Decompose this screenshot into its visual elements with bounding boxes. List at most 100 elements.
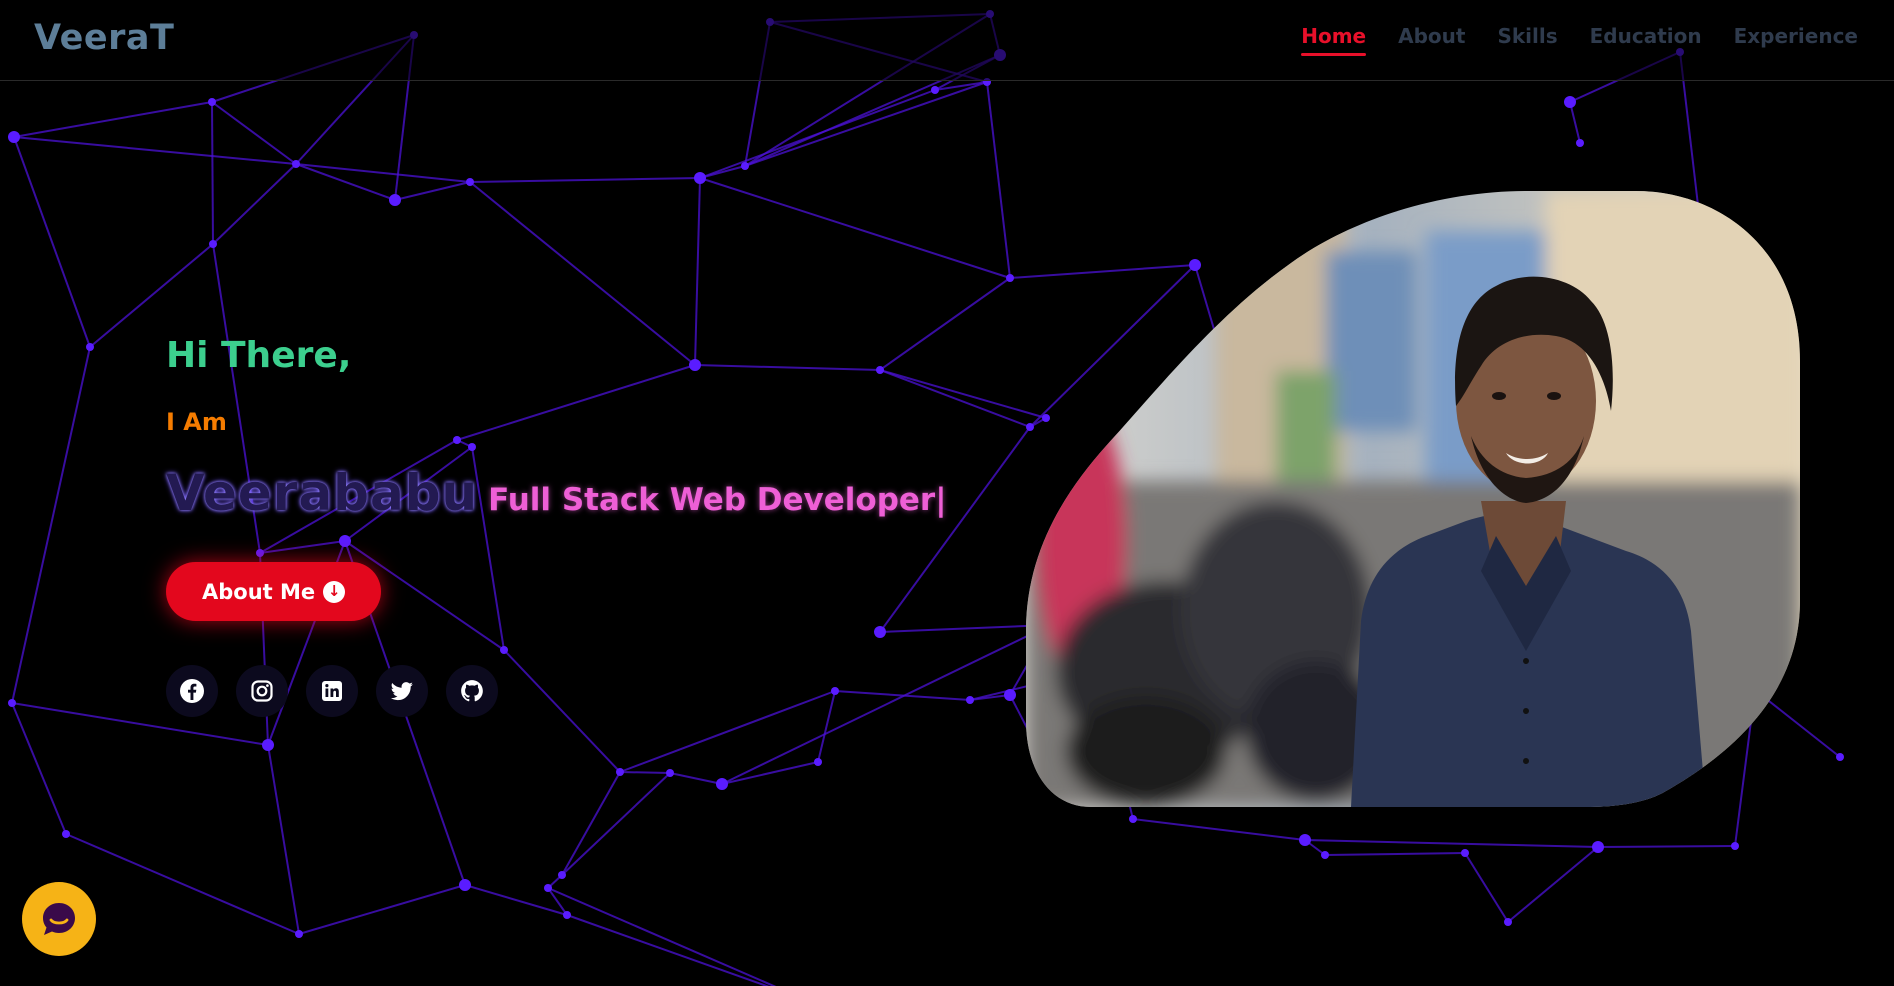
particle-link (11, 702, 67, 835)
particle-node (86, 343, 94, 351)
particle-link (469, 177, 701, 183)
particle-node (1564, 96, 1576, 108)
particle-link (11, 346, 91, 704)
top-navbar: VeeraT Home About Skills Education Exper… (0, 0, 1894, 81)
particle-node (544, 884, 552, 892)
profile-photo (1026, 191, 1800, 807)
nav-experience[interactable]: Experience (1734, 24, 1858, 56)
particle-link (561, 771, 621, 876)
particle-node (466, 178, 474, 186)
particle-link (65, 833, 300, 935)
particle-link (986, 81, 1011, 279)
instagram-link[interactable] (236, 665, 288, 717)
particle-node (292, 160, 300, 168)
particle-link (669, 772, 723, 785)
twitter-link[interactable] (376, 665, 428, 717)
github-icon (461, 680, 483, 702)
particle-node (716, 778, 728, 790)
particle-node (209, 240, 217, 248)
particle-link (1324, 852, 1466, 856)
particle-node (1006, 274, 1014, 282)
brand-logo[interactable]: VeeraT (34, 18, 174, 58)
particle-node (389, 194, 401, 206)
facebook-icon (180, 679, 204, 703)
particle-link (1464, 852, 1509, 923)
nav-skills[interactable]: Skills (1497, 24, 1557, 56)
particle-link (211, 101, 297, 165)
nav-education[interactable]: Education (1590, 24, 1702, 56)
particle-link (212, 163, 297, 245)
particle-link (394, 181, 471, 201)
particle-node (1129, 815, 1137, 823)
particle-node (694, 172, 706, 184)
nav-about[interactable]: About (1398, 24, 1465, 56)
particle-link (561, 772, 671, 876)
main-nav: Home About Skills Education Experience (1301, 24, 1858, 56)
typing-cursor: | (935, 482, 947, 518)
particle-node (1461, 849, 1469, 857)
role-text: Full Stack Web Developer (488, 482, 936, 518)
particle-node (208, 98, 216, 106)
particle-link (1597, 845, 1736, 848)
particle-link (744, 81, 988, 167)
role-typewriter: Full Stack Web Developer| (488, 482, 946, 518)
particle-node (1321, 851, 1329, 859)
particle-link (547, 887, 777, 986)
linkedin-link[interactable] (306, 665, 358, 717)
particle-link (566, 914, 770, 986)
particle-link (267, 744, 300, 935)
chat-icon (43, 903, 75, 935)
social-links (166, 665, 947, 717)
name-text: Veerababu (166, 464, 479, 522)
particle-node (8, 699, 16, 707)
particle-link (1132, 818, 1306, 841)
particle-link (13, 136, 91, 348)
particle-node (558, 871, 566, 879)
arrow-down-circle-icon: ↓ (323, 580, 346, 603)
particle-link (298, 884, 466, 935)
particle-link (1304, 839, 1599, 848)
particle-node (741, 162, 749, 170)
about-me-button[interactable]: About Me ↓ (166, 562, 382, 621)
particle-node (295, 930, 303, 938)
particle-node (1592, 841, 1604, 853)
chat-widget-button[interactable] (22, 882, 96, 956)
particle-node (1836, 753, 1844, 761)
particle-node (966, 696, 974, 704)
particle-link (13, 136, 297, 165)
particle-node (1576, 139, 1584, 147)
particle-node (62, 830, 70, 838)
particle-node (1004, 689, 1016, 701)
particle-node (1299, 834, 1311, 846)
particle-link (1507, 846, 1599, 923)
particle-link (13, 101, 213, 138)
particle-node (563, 911, 571, 919)
about-me-label: About Me (202, 579, 316, 604)
hero-section: Hi There, I Am Veerababu Full Stack Web … (166, 335, 947, 717)
particle-link (1569, 101, 1581, 144)
particle-link (89, 243, 214, 348)
particle-link (721, 761, 819, 785)
instagram-icon (251, 680, 273, 702)
twitter-icon (390, 682, 413, 701)
nav-home[interactable]: Home (1301, 24, 1366, 56)
name-line: Veerababu Full Stack Web Developer| (166, 464, 947, 522)
github-link[interactable] (446, 665, 498, 717)
particle-node (459, 879, 471, 891)
particle-node (616, 768, 624, 776)
linkedin-icon (322, 681, 342, 701)
greeting-heading: Hi There, (166, 335, 352, 376)
portfolio-page: VeeraT Home About Skills Education Exper… (0, 0, 1894, 986)
particle-link (699, 177, 1011, 279)
particle-node (1731, 842, 1739, 850)
particle-node (666, 769, 674, 777)
particle-node (931, 86, 939, 94)
particle-link (619, 771, 671, 774)
particle-node (262, 739, 274, 751)
particle-node (814, 758, 822, 766)
facebook-link[interactable] (166, 665, 218, 717)
particle-node (8, 131, 20, 143)
particle-node (1504, 918, 1512, 926)
profile-photo-blob (1026, 191, 1800, 807)
intro-text: I Am (166, 408, 227, 436)
